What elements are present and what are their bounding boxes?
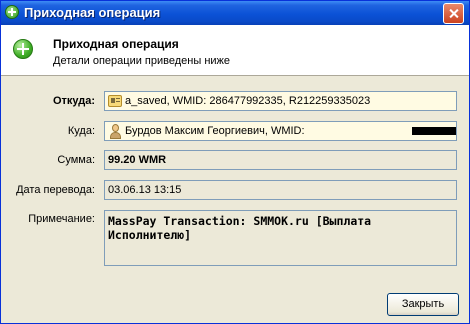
note-label: Примечание: [28, 213, 95, 225]
amount-field[interactable]: 99.20 WMR [104, 150, 457, 170]
from-label: Откуда: [52, 95, 95, 107]
amount-value: 99.20 WMR [108, 154, 167, 166]
add-circle-icon [5, 5, 19, 19]
date-field[interactable]: 03.06.13 13:15 [104, 180, 457, 200]
close-button[interactable]: Закрыть [387, 293, 459, 316]
add-circle-icon [13, 39, 33, 59]
window-title: Приходная операция [24, 5, 161, 20]
purse-icon [108, 95, 122, 107]
person-icon [109, 124, 122, 139]
close-icon[interactable] [443, 3, 464, 24]
header-title: Приходная операция [53, 37, 179, 51]
to-value: Бурдов Максим Георгиевич, WMID: [125, 125, 305, 137]
note-value: MassPay Transaction: SMMOK.ru [Выплата И… [108, 214, 379, 242]
from-field[interactable]: a_saved, WMID: 286477992335, R2122593350… [104, 91, 457, 111]
to-field[interactable]: Бурдов Максим Георгиевич, WMID: [104, 121, 457, 141]
date-value: 03.06.13 13:15 [108, 184, 182, 196]
dialog-header: Приходная операция Детали операции приве… [1, 25, 469, 76]
dialog-window: Приходная операция Приходная операция Де… [0, 0, 470, 324]
header-subtitle: Детали операции приведены ниже [53, 55, 231, 67]
note-field[interactable]: MassPay Transaction: SMMOK.ru [Выплата И… [104, 210, 457, 266]
amount-label: Сумма: [57, 154, 95, 166]
to-label: Куда: [67, 125, 95, 137]
date-label: Дата перевода: [16, 184, 95, 196]
redaction-bar [412, 127, 456, 135]
title-bar[interactable]: Приходная операция [1, 1, 469, 25]
from-value: a_saved, WMID: 286477992335, R2122593350… [125, 95, 371, 107]
